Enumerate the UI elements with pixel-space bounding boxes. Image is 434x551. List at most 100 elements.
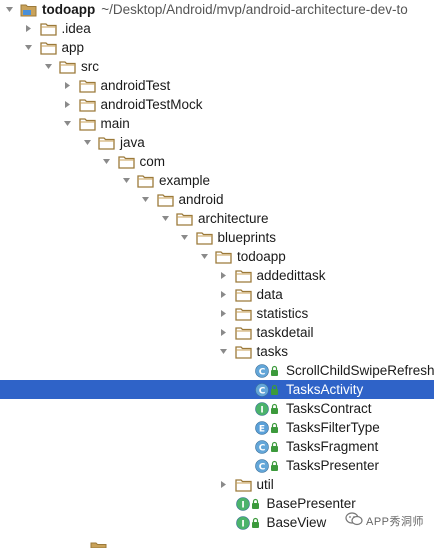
tree-file-taskspresenter[interactable]: C TasksPresenter	[0, 456, 434, 475]
folder-icon	[234, 288, 252, 302]
tree-item-label: addedittask	[256, 268, 326, 283]
chevron-right-icon[interactable]	[24, 19, 34, 38]
tree-folder-statistics[interactable]: statistics	[0, 304, 434, 323]
chevron-down-icon[interactable]	[24, 38, 34, 57]
tree-item-label: java	[120, 135, 145, 150]
tree-folder-blueprints[interactable]: blueprints	[0, 228, 434, 247]
enum-icon: E	[254, 420, 282, 436]
chevron-down-icon[interactable]	[121, 171, 131, 190]
tree-folder-architecture[interactable]: architecture	[0, 209, 434, 228]
partial-folder-icon	[90, 536, 107, 551]
interface-icon: I	[254, 401, 282, 417]
tree-item-label: src	[81, 59, 99, 74]
tree-item-label: statistics	[256, 306, 309, 321]
svg-text:I: I	[241, 500, 244, 510]
chevron-right-icon[interactable]	[63, 95, 73, 114]
chevron-down-icon[interactable]	[199, 247, 209, 266]
chevron-down-icon[interactable]	[82, 133, 92, 152]
class-icon: C	[254, 458, 282, 474]
tree-folder-src[interactable]: src	[0, 57, 434, 76]
chevron-down-icon[interactable]	[180, 228, 190, 247]
tree-folder-java[interactable]: java	[0, 133, 434, 152]
svg-text:C: C	[259, 462, 266, 472]
tree-item-label: main	[100, 116, 130, 131]
project-path: ~/Desktop/Android/mvp/android-architectu…	[101, 2, 408, 17]
tree-folder-util[interactable]: util	[0, 475, 434, 494]
chevron-down-icon[interactable]	[141, 190, 151, 209]
class-icon: C	[254, 439, 282, 455]
project-root-row[interactable]: todoapp ~/Desktop/Android/mvp/android-ar…	[0, 0, 434, 19]
watermark: APP秀洞师	[345, 512, 424, 529]
folder-icon	[234, 345, 252, 359]
folder-icon	[78, 117, 96, 131]
chevron-right-icon[interactable]	[219, 285, 229, 304]
tree-item-label: example	[159, 173, 211, 188]
svg-text:E: E	[259, 424, 265, 434]
tree-folder-todoapp[interactable]: todoapp	[0, 247, 434, 266]
tree-folder-app[interactable]: app	[0, 38, 434, 57]
tree-folder-example[interactable]: example	[0, 171, 434, 190]
chevron-down-icon[interactable]	[160, 209, 170, 228]
tree-item-label: com	[139, 154, 166, 169]
tree-item-label: tasks	[256, 344, 289, 359]
tree-file-tasksfragment[interactable]: C TasksFragment	[0, 437, 434, 456]
folder-icon	[176, 212, 193, 226]
folder-icon	[215, 250, 232, 264]
class-icon: C	[254, 382, 282, 398]
folder-icon	[137, 174, 154, 188]
folder-icon	[234, 326, 252, 340]
tree-item-label: app	[61, 40, 85, 55]
chevron-down-icon[interactable]	[219, 342, 229, 361]
chevron-down-icon[interactable]	[63, 114, 73, 133]
folder-icon	[98, 136, 115, 150]
svg-text:C: C	[259, 386, 266, 396]
folder-icon	[39, 22, 57, 36]
tree-folder-data[interactable]: data	[0, 285, 434, 304]
tree-folder-android[interactable]: android	[0, 190, 434, 209]
tree-folder-taskdetail[interactable]: taskdetail	[0, 323, 434, 342]
folder-icon	[234, 478, 252, 492]
chevron-right-icon[interactable]	[219, 304, 229, 323]
tree-file-scrollchildswiperefresh[interactable]: C ScrollChildSwipeRefresh	[0, 361, 434, 380]
svg-text:I: I	[241, 519, 244, 529]
folder-icon	[234, 307, 252, 321]
project-tree: todoapp ~/Desktop/Android/mvp/android-ar…	[0, 0, 434, 532]
tree-file-tasksfiltertype[interactable]: E TasksFilterType	[0, 418, 434, 437]
chevron-down-icon[interactable]	[43, 57, 53, 76]
watermark-text: APP秀洞师	[365, 515, 424, 528]
folder-icon	[195, 231, 213, 245]
tree-folder-main[interactable]: main	[0, 114, 434, 133]
project-folder-icon	[20, 3, 37, 17]
tree-file-taskscontract[interactable]: I TasksContract	[0, 399, 434, 418]
chevron-right-icon[interactable]	[219, 475, 229, 494]
tree-file-basepresenter[interactable]: I BasePresenter	[0, 494, 434, 513]
tree-folder-androidtestmock[interactable]: androidTestMock	[0, 95, 434, 114]
folder-icon	[156, 193, 174, 207]
folder-icon	[59, 60, 76, 74]
svg-text:I: I	[260, 405, 263, 415]
chevron-right-icon[interactable]	[63, 76, 73, 95]
tree-folder-tasks[interactable]: tasks	[0, 342, 434, 361]
tree-folder-.idea[interactable]: .idea	[0, 19, 434, 38]
tree-item-label: android	[178, 192, 224, 207]
tree-item-label: data	[256, 287, 283, 302]
folder-icon	[39, 41, 57, 55]
folder-icon	[234, 269, 252, 283]
tree-item-label: androidTestMock	[100, 97, 203, 112]
tree-folder-androidtest[interactable]: androidTest	[0, 76, 434, 95]
tree-file-tasksactivity[interactable]: C TasksActivity	[0, 380, 434, 399]
chevron-down-icon[interactable]	[4, 0, 14, 19]
svg-text:C: C	[259, 443, 266, 453]
chevron-right-icon[interactable]	[219, 323, 229, 342]
tree-item-label: TasksFilterType	[286, 420, 380, 435]
chevron-right-icon[interactable]	[219, 266, 229, 285]
interface-icon: I	[235, 515, 263, 531]
tree-item-label: todoapp	[237, 249, 286, 264]
tree-item-label: TasksPresenter	[286, 458, 380, 473]
tree-item-label: architecture	[198, 211, 269, 226]
svg-text:C: C	[259, 367, 266, 377]
tree-folder-com[interactable]: com	[0, 152, 434, 171]
tree-item-label: BaseView	[266, 515, 327, 530]
chevron-down-icon[interactable]	[102, 152, 112, 171]
tree-folder-addedittask[interactable]: addedittask	[0, 266, 434, 285]
